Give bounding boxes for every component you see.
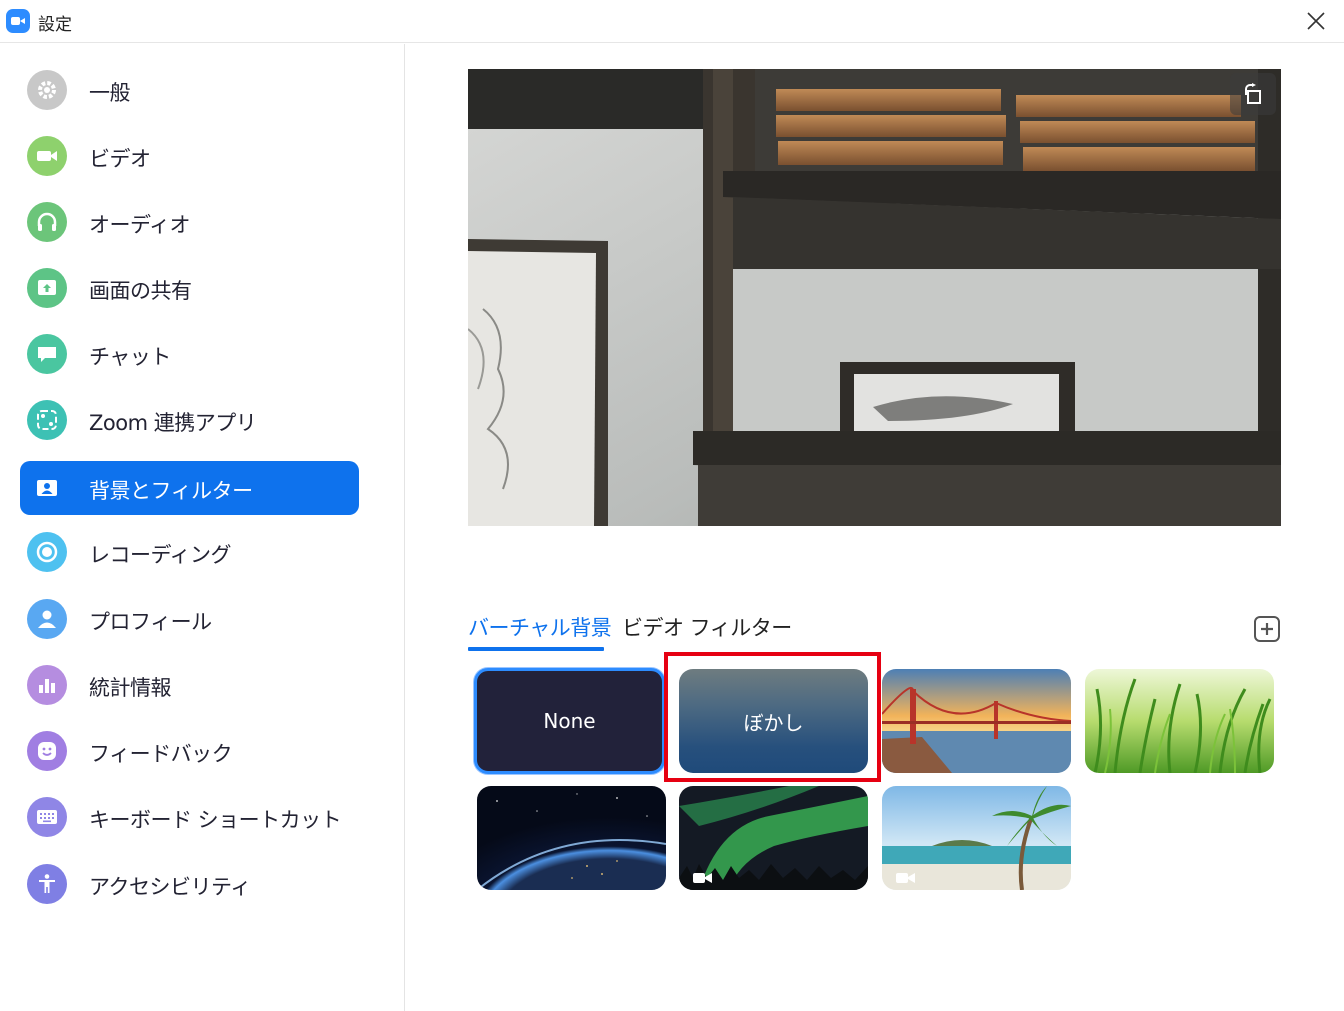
rotate-camera-icon bbox=[1245, 83, 1261, 104]
close-icon bbox=[1307, 12, 1325, 30]
accessibility-icon bbox=[27, 864, 67, 904]
gear-icon bbox=[27, 70, 67, 110]
earth-space-image bbox=[477, 786, 666, 890]
golden-gate-image bbox=[882, 669, 1071, 773]
sidebar-item-general[interactable]: 一般 bbox=[20, 63, 359, 117]
grass-image bbox=[1085, 669, 1274, 773]
background-golden-gate[interactable] bbox=[882, 669, 1071, 773]
sidebar-item-recording[interactable]: レコーディング bbox=[20, 525, 359, 579]
share-screen-icon bbox=[27, 268, 67, 308]
chat-bubble-icon bbox=[27, 334, 67, 374]
video-background-icon bbox=[896, 873, 915, 883]
sidebar-item-accessibility[interactable]: アクセシビリティ bbox=[20, 857, 359, 911]
sidebar-item-video[interactable]: ビデオ bbox=[20, 129, 359, 183]
active-tab-indicator bbox=[468, 647, 604, 651]
sidebar-item-chat[interactable]: チャット bbox=[20, 327, 359, 381]
sidebar-item-keyboard-shortcuts[interactable]: キーボード ショートカット bbox=[20, 790, 359, 844]
sidebar-item-label: レコーディング bbox=[89, 543, 232, 567]
headphones-icon bbox=[27, 202, 67, 242]
sidebar-item-label: 統計情報 bbox=[89, 676, 172, 700]
tab-video-filter[interactable]: ビデオ フィルター bbox=[622, 612, 792, 642]
tab-virtual-background[interactable]: バーチャル背景 bbox=[468, 612, 612, 642]
profile-icon bbox=[27, 599, 67, 639]
plus-square-icon bbox=[1254, 616, 1280, 642]
zoom-logo-icon bbox=[6, 9, 30, 33]
video-background-icon bbox=[693, 873, 712, 883]
apps-icon bbox=[27, 400, 67, 440]
add-background-button[interactable] bbox=[1253, 615, 1281, 643]
camera-preview bbox=[468, 69, 1281, 526]
record-icon bbox=[27, 532, 67, 572]
title-bar: 設定 bbox=[0, 0, 1344, 43]
background-none[interactable]: None bbox=[474, 668, 665, 774]
video-camera-icon bbox=[27, 136, 67, 176]
blur-highlight-box bbox=[664, 652, 881, 782]
sidebar-item-label: 画面の共有 bbox=[89, 279, 192, 303]
sidebar-item-share-screen[interactable]: 画面の共有 bbox=[20, 261, 359, 315]
sidebar-item-label: アクセシビリティ bbox=[89, 875, 251, 899]
close-button[interactable] bbox=[1300, 6, 1332, 36]
window-title: 設定 bbox=[38, 15, 72, 35]
sidebar-item-apps[interactable]: Zoom 連携アプリ bbox=[20, 393, 359, 447]
keyboard-icon bbox=[27, 797, 67, 837]
sidebar-item-statistics[interactable]: 統計情報 bbox=[20, 658, 359, 712]
background-aurora[interactable] bbox=[679, 786, 868, 890]
sidebar-item-label: プロフィール bbox=[89, 610, 212, 634]
person-card-icon bbox=[27, 468, 67, 508]
sidebar-item-label: オーディオ bbox=[89, 213, 191, 237]
sidebar-item-label: 背景とフィルター bbox=[89, 479, 253, 503]
statistics-icon bbox=[27, 665, 67, 705]
sidebar-item-label: 一般 bbox=[89, 81, 131, 105]
sidebar-item-label: ビデオ bbox=[89, 147, 151, 171]
background-grass[interactable] bbox=[1085, 669, 1274, 773]
sidebar-item-label: フィードバック bbox=[89, 742, 233, 766]
background-earth[interactable] bbox=[477, 786, 666, 890]
background-beach[interactable] bbox=[882, 786, 1071, 890]
sidebar-item-audio[interactable]: オーディオ bbox=[20, 195, 359, 249]
sidebar-item-label: チャット bbox=[89, 345, 171, 369]
sidebar-item-feedback[interactable]: フィードバック bbox=[20, 724, 359, 778]
smiley-icon bbox=[27, 731, 67, 771]
rotate-camera-button[interactable] bbox=[1230, 73, 1276, 115]
sidebar-item-background-filters[interactable]: 背景とフィルター bbox=[20, 461, 359, 515]
camera-preview-image bbox=[468, 69, 1281, 526]
background-none-label: None bbox=[543, 709, 596, 733]
settings-sidebar: 一般 ビデオ オーディオ 画面の共有 チャット Zoom 連携アプリ 背景とフィ… bbox=[0, 44, 405, 1011]
sidebar-item-label: Zoom 連携アプリ bbox=[89, 411, 257, 435]
sidebar-item-profile[interactable]: プロフィール bbox=[20, 592, 359, 646]
sidebar-item-label: キーボード ショートカット bbox=[89, 808, 342, 832]
